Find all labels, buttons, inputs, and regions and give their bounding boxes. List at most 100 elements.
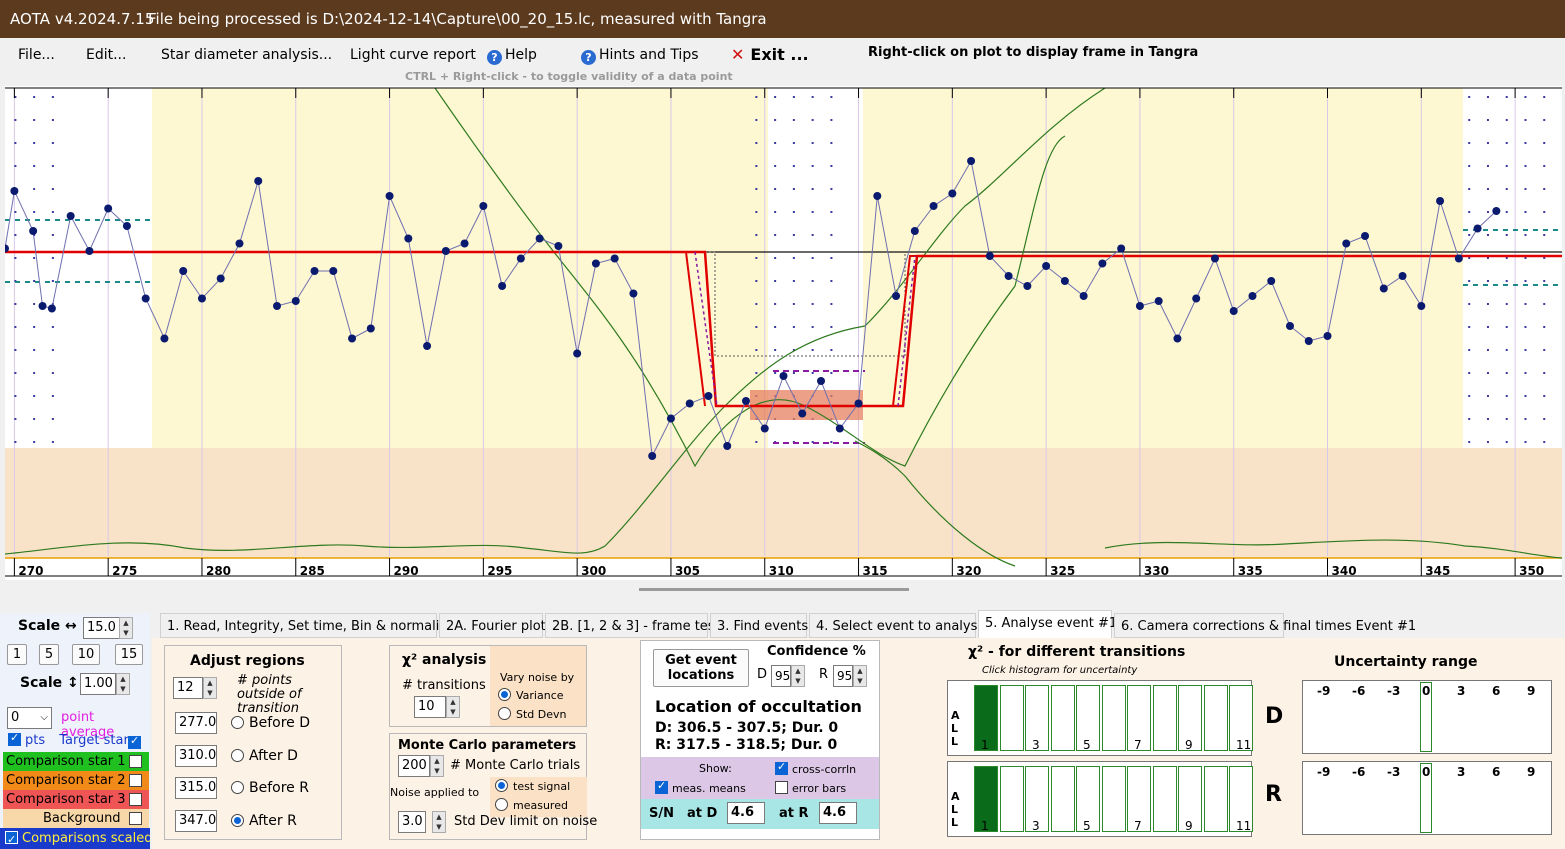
data-point[interactable] bbox=[610, 254, 619, 263]
tab-5[interactable]: 4. Select event to analyse bbox=[809, 613, 985, 638]
menu-exit[interactable]: ✕ Exit ... bbox=[731, 45, 809, 64]
data-point[interactable] bbox=[197, 294, 206, 303]
data-point[interactable] bbox=[441, 247, 450, 255]
scale-h-spinner[interactable]: ▲ ▼ bbox=[119, 617, 133, 639]
error-bars-checkbox[interactable] bbox=[775, 781, 788, 794]
data-point[interactable] bbox=[104, 204, 113, 213]
data-point[interactable] bbox=[460, 239, 469, 248]
conf-d-input[interactable]: 95 bbox=[771, 665, 791, 687]
data-point[interactable] bbox=[404, 234, 413, 243]
data-point[interactable] bbox=[498, 282, 507, 290]
data-point[interactable] bbox=[1417, 302, 1426, 310]
transitions-input[interactable]: 10 bbox=[414, 696, 446, 718]
data-point[interactable] bbox=[329, 267, 338, 275]
test-signal-radio[interactable]: test signal bbox=[495, 779, 570, 793]
target-star-checkbox[interactable] bbox=[128, 734, 141, 749]
data-point[interactable] bbox=[66, 212, 75, 220]
data-point[interactable] bbox=[892, 292, 901, 300]
data-point[interactable] bbox=[1342, 239, 1351, 248]
region-radio-dot-2[interactable] bbox=[231, 748, 244, 762]
point-average-select[interactable]: 0 ⌵ bbox=[7, 707, 52, 729]
data-point[interactable] bbox=[873, 192, 882, 200]
data-point[interactable] bbox=[1492, 207, 1501, 215]
variance-radio-dot[interactable] bbox=[498, 688, 511, 701]
data-point[interactable] bbox=[366, 324, 375, 333]
region-radio-dot-4[interactable] bbox=[231, 813, 244, 827]
data-point[interactable] bbox=[723, 442, 732, 450]
meas-means-option[interactable]: meas. means bbox=[655, 779, 746, 795]
r-hist-bar-4[interactable] bbox=[1050, 766, 1075, 832]
conf-d-spinner[interactable]: ▲ ▼ bbox=[791, 665, 805, 687]
stddev-radio-dot[interactable] bbox=[498, 707, 511, 720]
data-point[interactable] bbox=[179, 267, 188, 275]
region-radio-4[interactable]: After R bbox=[231, 813, 297, 829]
std-limit-spinner[interactable]: ▲ ▼ bbox=[432, 811, 446, 833]
data-point[interactable] bbox=[760, 424, 769, 433]
chi-histogram-r[interactable]: A L L 1 3 5 7 9 11 bbox=[947, 761, 1253, 837]
region-input-3[interactable]: 315.0 bbox=[175, 777, 217, 799]
data-point[interactable] bbox=[685, 399, 694, 408]
error-bars-option[interactable]: error bars bbox=[775, 781, 846, 795]
scale-h-input[interactable]: 15.0 bbox=[83, 617, 121, 639]
r-hist-bar-2[interactable] bbox=[999, 766, 1024, 832]
data-point[interactable] bbox=[1060, 277, 1069, 285]
region-radio-3[interactable]: Before R bbox=[231, 780, 309, 796]
plot-scrollbar[interactable] bbox=[639, 588, 909, 591]
data-point[interactable] bbox=[1173, 334, 1182, 343]
data-point[interactable] bbox=[348, 334, 357, 343]
d-hist-bar-2[interactable] bbox=[999, 685, 1024, 751]
tab-6[interactable]: 5. Analyse event #1 bbox=[978, 610, 1117, 638]
data-point[interactable] bbox=[479, 202, 488, 210]
data-point[interactable] bbox=[310, 267, 319, 275]
data-point[interactable] bbox=[1473, 224, 1482, 233]
trials-spinner[interactable]: ▲ ▼ bbox=[430, 755, 444, 777]
data-point[interactable] bbox=[1361, 232, 1370, 240]
tab-2[interactable]: 2A. Fourier plot bbox=[439, 613, 546, 638]
data-point[interactable] bbox=[948, 189, 957, 198]
measured-radio[interactable]: measured bbox=[495, 798, 568, 812]
data-point[interactable] bbox=[967, 157, 976, 165]
points-outside-input[interactable]: 12 bbox=[173, 677, 203, 699]
region-radio-dot-1[interactable] bbox=[231, 716, 244, 729]
d-hist-bar-8[interactable] bbox=[1152, 685, 1177, 751]
data-point[interactable] bbox=[1436, 197, 1445, 205]
light-curve-plot[interactable]: 270 275 280 285 290 295 300 305 310 315 320 325 330 3… bbox=[5, 86, 1562, 580]
data-point[interactable] bbox=[85, 247, 94, 255]
data-point[interactable] bbox=[929, 202, 938, 210]
d-hist-bar-10[interactable] bbox=[1203, 685, 1228, 751]
comp-star-3-row[interactable]: Comparison star 3 bbox=[3, 790, 149, 809]
data-point[interactable] bbox=[385, 192, 394, 200]
tab-7[interactable]: 6. Camera corrections & final times Even… bbox=[1114, 613, 1416, 638]
menu-hints[interactable]: ? Hints and Tips bbox=[581, 47, 699, 65]
background-checkbox[interactable] bbox=[129, 812, 142, 825]
data-point[interactable] bbox=[1210, 254, 1219, 263]
menu-light-curve-report[interactable]: Light curve report bbox=[350, 47, 476, 63]
d-hist-bar-4[interactable] bbox=[1050, 685, 1075, 751]
data-point[interactable] bbox=[554, 242, 563, 250]
data-point[interactable] bbox=[985, 252, 994, 260]
data-point[interactable] bbox=[1267, 277, 1276, 285]
data-point[interactable] bbox=[835, 424, 844, 433]
points-outside-spinner[interactable]: ▲ ▼ bbox=[203, 677, 217, 699]
data-point[interactable] bbox=[910, 227, 919, 235]
data-point[interactable] bbox=[1323, 332, 1332, 340]
get-event-locations-button[interactable]: Get event locations bbox=[653, 649, 749, 687]
data-point[interactable] bbox=[273, 302, 282, 310]
data-point[interactable] bbox=[47, 304, 56, 313]
data-point[interactable] bbox=[741, 397, 750, 405]
comp-star-1-row[interactable]: Comparison star 1 bbox=[3, 752, 149, 771]
data-point[interactable] bbox=[704, 392, 713, 400]
region-radio-dot-3[interactable] bbox=[231, 781, 244, 794]
background-row[interactable]: Background bbox=[3, 809, 149, 828]
data-point[interactable] bbox=[591, 259, 600, 268]
data-point[interactable] bbox=[1454, 254, 1463, 263]
menu-file[interactable]: File... bbox=[18, 47, 55, 63]
data-point[interactable] bbox=[423, 342, 432, 350]
region-input-4[interactable]: 347.0 bbox=[175, 809, 217, 832]
cross-corr-option[interactable]: cross-corrln bbox=[775, 760, 856, 776]
data-point[interactable] bbox=[1154, 297, 1163, 305]
data-point[interactable] bbox=[1229, 307, 1238, 315]
data-point[interactable] bbox=[1304, 337, 1313, 345]
menu-help[interactable]: ? Help bbox=[487, 47, 537, 65]
conf-r-spinner[interactable]: ▲ ▼ bbox=[853, 665, 867, 687]
